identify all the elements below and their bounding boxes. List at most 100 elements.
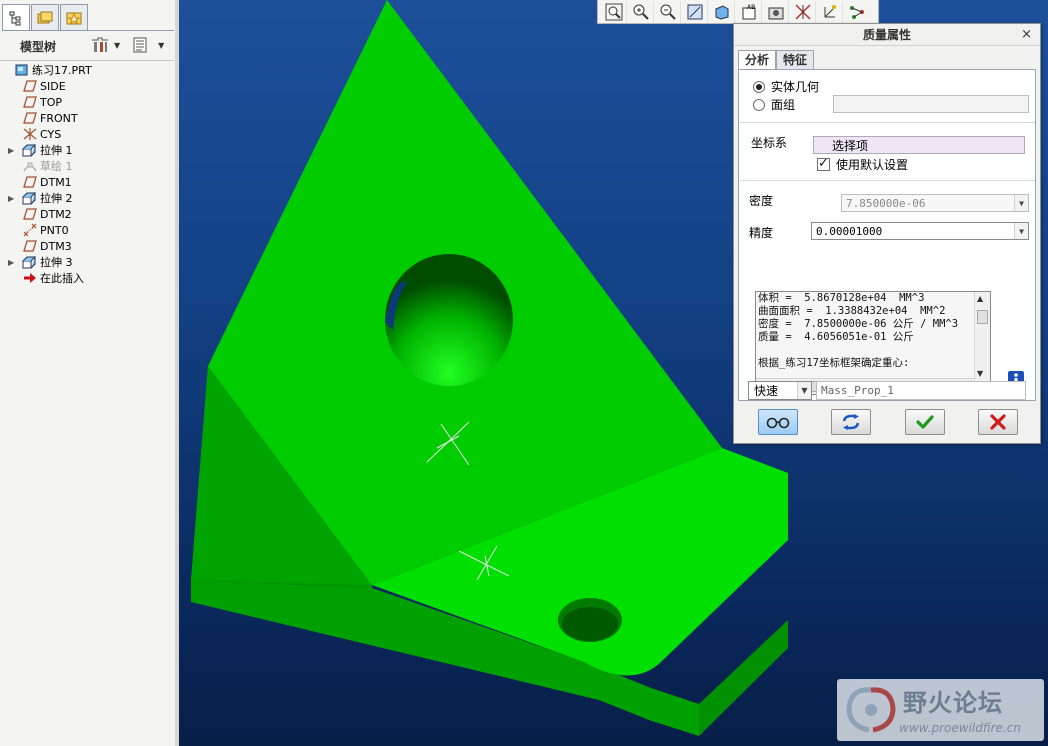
- tree-item[interactable]: TOP: [0, 94, 174, 110]
- svg-text:AB: AB: [747, 4, 755, 11]
- tree-item[interactable]: 练习17.PRT: [0, 62, 174, 78]
- zoom-in-button[interactable]: [628, 0, 654, 23]
- tree-item-label: DTM2: [40, 207, 72, 221]
- tree-item-label: 草绘 1: [40, 160, 73, 173]
- datum-point-toggle-button[interactable]: [844, 1, 870, 23]
- use-default-checkbox[interactable]: 使用默认设置: [817, 156, 908, 173]
- dialog-button-bar: [734, 404, 1040, 444]
- tab-analysis[interactable]: 分析: [738, 50, 777, 69]
- preview-button[interactable]: [758, 409, 798, 435]
- datum-axis-toggle-button[interactable]: [790, 0, 816, 23]
- radio-quilt-label: 面组: [771, 98, 796, 112]
- dialog-title: 质量属性: [862, 28, 911, 42]
- zoom-fit-button[interactable]: [601, 0, 627, 23]
- chevron-down-icon[interactable]: ▼: [158, 41, 164, 50]
- model-tree-panel: 模型树 ▼ ▼ 练习17.PRT SIDE TOP FRONT CYS ▶ 拉伸 1 草绘 1…: [0, 0, 178, 746]
- navigator-tabs: [2, 4, 89, 30]
- cancel-button[interactable]: [978, 409, 1018, 435]
- tree-item[interactable]: DTM2: [0, 206, 174, 222]
- insert-here-arrow-icon: [22, 271, 38, 285]
- tree-item[interactable]: DTM1: [0, 174, 174, 190]
- datum-plane-icon: [22, 79, 38, 93]
- scroll-down-icon[interactable]: ▼: [977, 369, 983, 378]
- layers-button[interactable]: [763, 0, 789, 23]
- tree-item[interactable]: FRONT: [0, 110, 174, 126]
- tree-item-label: DTM1: [40, 175, 72, 189]
- results-textarea[interactable]: 体积 = 5.8670128e+04 MM^3 曲面面积 = 1.3388432…: [755, 291, 991, 395]
- accuracy-field[interactable]: 0.00001000 ▼: [811, 222, 1029, 240]
- coord-sys-toggle-button[interactable]: [817, 0, 843, 23]
- zoom-out-button[interactable]: [655, 0, 681, 23]
- tree-item[interactable]: 草绘 1: [0, 158, 174, 174]
- model-hole-large: [385, 254, 513, 386]
- tab-folder-browser[interactable]: [31, 4, 59, 30]
- analysis-panel: 实体几何 面组 坐标系 选择项 使用默认设置 密度 7.850000e-06 ▼…: [738, 69, 1036, 401]
- tree-item[interactable]: ▶ 拉伸 2: [0, 190, 174, 206]
- tree-item[interactable]: ▶ 拉伸 1: [0, 142, 174, 158]
- zoom-in-icon: [633, 4, 649, 20]
- coordinate-system-icon: [22, 127, 38, 141]
- chevron-down-icon[interactable]: ▼: [1014, 223, 1028, 239]
- view-toolbar: AB: [597, 0, 879, 24]
- expand-arrow-icon[interactable]: ▶: [8, 194, 18, 203]
- name-value: Mass_Prop_1: [821, 384, 894, 397]
- model-tree-header: 模型树 ▼ ▼: [0, 33, 174, 59]
- tools-icon[interactable]: [90, 36, 110, 54]
- model-tree-title: 模型树: [20, 39, 57, 54]
- coord-sys-toggle-icon: [824, 4, 836, 17]
- favorites-icon: [66, 12, 82, 24]
- expand-arrow-icon[interactable]: ▶: [8, 146, 18, 155]
- datum-plane-icon: [22, 207, 38, 221]
- mode-select[interactable]: 快速 ▼: [748, 381, 812, 400]
- vertical-scrollbar[interactable]: ▲ ▼: [974, 292, 990, 380]
- radio-solid-geometry[interactable]: 实体几何: [753, 78, 819, 95]
- radio-quilt[interactable]: 面组: [753, 96, 795, 113]
- tree-item[interactable]: ▶ 拉伸 3: [0, 254, 174, 270]
- tree-item-label: PNT0: [40, 223, 69, 237]
- saved-views-button[interactable]: AB: [736, 0, 762, 23]
- repeat-button[interactable]: [831, 409, 871, 435]
- quilt-select-field[interactable]: [833, 95, 1029, 113]
- name-field[interactable]: Mass_Prop_1: [816, 381, 1026, 400]
- sketch-icon: [22, 159, 38, 173]
- tree-item[interactable]: CYS: [0, 126, 174, 142]
- tab-feature[interactable]: 特征: [776, 50, 815, 69]
- part-icon: [14, 63, 30, 77]
- ok-button[interactable]: [905, 409, 945, 435]
- tab-favorites[interactable]: [60, 4, 88, 30]
- datum-plane-icon: [22, 111, 38, 125]
- radio-button[interactable]: [753, 80, 765, 93]
- extrude-icon: [22, 255, 38, 269]
- view-orient-icon: [715, 4, 728, 20]
- tree-item[interactable]: SIDE: [0, 78, 174, 94]
- cancel-x-icon: [990, 414, 1006, 430]
- tree-item[interactable]: 在此插入: [0, 270, 174, 286]
- saved-views-icon: AB: [742, 4, 755, 19]
- model-tree: 练习17.PRT SIDE TOP FRONT CYS ▶ 拉伸 1 草绘 1 DTM1 ▶ 拉伸 …: [0, 62, 174, 286]
- coord-label: 坐标系: [751, 136, 788, 150]
- expand-arrow-icon[interactable]: ▶: [8, 258, 18, 267]
- chevron-down-icon: ▼: [1014, 195, 1028, 211]
- repaint-button[interactable]: [682, 0, 708, 23]
- chevron-down-icon[interactable]: ▼: [114, 41, 120, 50]
- tree-item[interactable]: DTM3: [0, 238, 174, 254]
- tree-item-label: 拉伸 2: [40, 192, 73, 205]
- radio-solid-label: 实体几何: [771, 80, 820, 94]
- tab-model-tree[interactable]: [2, 4, 30, 30]
- dialog-titlebar[interactable]: 质量属性 ×: [734, 24, 1040, 46]
- chevron-down-icon[interactable]: ▼: [797, 382, 811, 399]
- view-orient-button[interactable]: [709, 0, 735, 23]
- scroll-thumb[interactable]: [977, 310, 988, 324]
- extrude-icon: [22, 143, 38, 157]
- coord-select-field[interactable]: 选择项: [813, 136, 1025, 154]
- tree-item-label: CYS: [40, 127, 62, 141]
- close-icon[interactable]: ×: [1021, 27, 1032, 42]
- checkbox[interactable]: [817, 156, 830, 171]
- model-face-base-right: [699, 620, 788, 736]
- radio-button[interactable]: [753, 98, 765, 111]
- tree-item[interactable]: PNT0: [0, 222, 174, 238]
- tree-item-label: 练习17.PRT: [32, 64, 92, 77]
- watermark-title: 野火论坛: [903, 689, 1003, 717]
- scroll-up-icon[interactable]: ▲: [977, 294, 983, 303]
- settings-list-icon[interactable]: [132, 37, 148, 53]
